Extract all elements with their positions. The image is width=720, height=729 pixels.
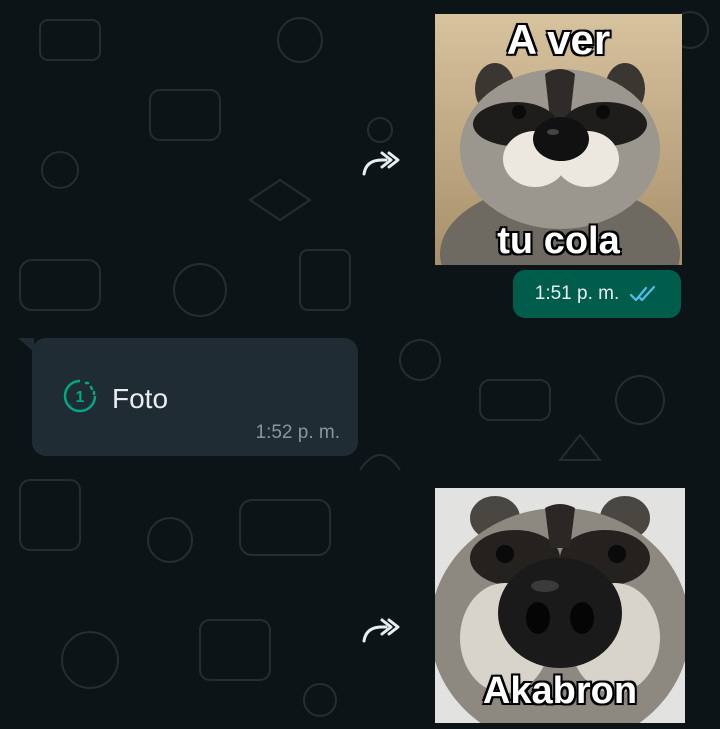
sticker-top-caption: A ver	[506, 16, 611, 63]
view-once-icon[interactable]: 1	[62, 378, 98, 414]
raccoon-sticker-2[interactable]: Akabron	[435, 488, 685, 723]
message-time: 1:51 p. m.	[534, 283, 620, 304]
incoming-message-bubble[interactable]: 1 Foto 1:52 p. m.	[32, 338, 358, 456]
forward-icon[interactable]	[360, 615, 400, 645]
view-once-number: 1	[76, 389, 85, 406]
message-time: 1:52 p. m.	[255, 422, 341, 443]
double-check-icon	[630, 285, 656, 302]
forward-icon[interactable]	[360, 148, 400, 178]
outgoing-message-meta: 1:51 p. m.	[513, 270, 681, 318]
raccoon-sticker-1[interactable]: A ver tu cola	[435, 14, 682, 265]
sticker-caption: Akabron	[482, 670, 638, 712]
photo-label: Foto	[112, 383, 169, 414]
sticker-bottom-caption: tu cola	[497, 220, 620, 262]
